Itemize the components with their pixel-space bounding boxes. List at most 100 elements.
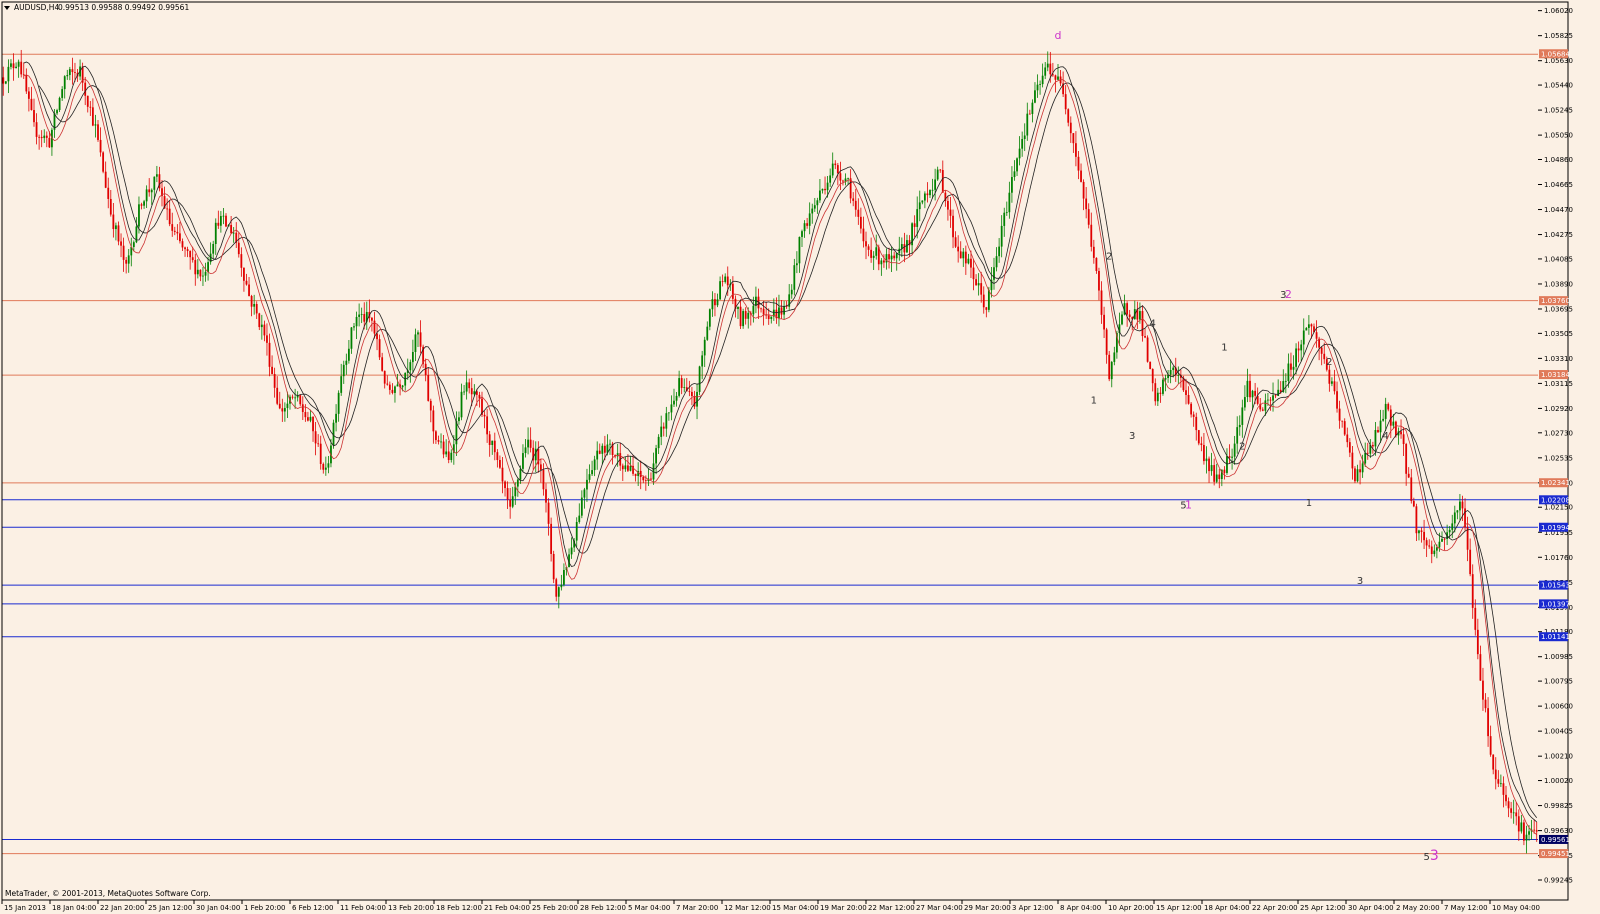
candle-body — [916, 209, 919, 227]
candle-body — [575, 521, 578, 541]
y-tick-label: 0.99825 — [1544, 802, 1573, 810]
candle-body — [798, 236, 801, 264]
candle-body — [276, 387, 279, 404]
candle-body — [442, 441, 445, 455]
candle-body — [460, 391, 463, 418]
candle-body — [1034, 90, 1036, 103]
y-tick-label: 1.00405 — [1544, 728, 1573, 736]
candle-body — [813, 205, 816, 209]
candle-body — [703, 339, 706, 356]
candle-body — [778, 307, 780, 319]
candle-body — [179, 233, 181, 242]
wave-label: 3 — [1129, 431, 1135, 442]
candle-body — [1382, 418, 1385, 421]
candle-body — [596, 450, 599, 460]
wave-label: 1 — [1185, 499, 1192, 512]
candle-body — [1346, 434, 1349, 443]
candle-body — [1233, 443, 1236, 457]
candle-body — [667, 412, 670, 414]
candle-body — [747, 312, 750, 319]
candle-body — [317, 443, 320, 445]
candle-body — [1487, 708, 1489, 737]
candle-body — [875, 247, 878, 256]
candle-body — [790, 289, 793, 295]
candle-body — [1162, 379, 1164, 394]
candle-body — [737, 306, 739, 309]
candle-body — [1364, 452, 1367, 464]
candle-body — [1471, 574, 1474, 608]
candle-body — [591, 470, 593, 475]
candle-body — [140, 204, 143, 206]
candle-body — [739, 306, 742, 327]
candle-body — [918, 202, 921, 210]
candle-body — [826, 182, 829, 191]
candle-body — [245, 280, 248, 285]
candle-body — [107, 187, 110, 199]
candle-body — [890, 255, 893, 260]
candle-body — [122, 245, 125, 260]
candle-body — [1272, 395, 1274, 401]
candle-body — [120, 241, 122, 246]
candle-body — [237, 242, 240, 255]
candle-body — [1215, 474, 1218, 482]
candle-body — [1328, 369, 1331, 384]
candle-body — [1246, 380, 1249, 398]
candle-body — [527, 439, 529, 448]
candle-body — [496, 452, 499, 460]
candle-body — [803, 223, 806, 232]
candle-body — [99, 139, 102, 153]
candle-body — [993, 267, 995, 280]
candle-body — [1243, 397, 1246, 408]
y-tick-label: 1.05050 — [1544, 132, 1573, 140]
candle-body — [1320, 347, 1323, 354]
candle-body — [468, 382, 471, 389]
candle-body — [1105, 329, 1108, 355]
candle-body — [1400, 431, 1402, 435]
candle-body — [281, 408, 284, 412]
candle-body — [954, 237, 957, 247]
candle-body — [1479, 654, 1482, 681]
x-tick-label: 13 Feb 20:00 — [388, 904, 434, 912]
candle-body — [726, 276, 729, 286]
candle-body — [1517, 816, 1520, 832]
candle-body — [409, 362, 412, 371]
candle-body — [470, 388, 473, 395]
candle-body — [598, 450, 601, 454]
candle-body — [1402, 434, 1405, 445]
candle-body — [1011, 177, 1013, 193]
candle-body — [1195, 416, 1198, 431]
candle-body — [419, 332, 422, 347]
candle-body — [1505, 794, 1507, 802]
candle-body — [783, 305, 785, 315]
candle-body — [934, 179, 937, 190]
candle-body — [1103, 314, 1105, 330]
candle-body — [982, 294, 985, 308]
candle-body — [949, 209, 952, 216]
candle-body — [350, 327, 353, 349]
candle-body — [1323, 353, 1326, 360]
candle-body — [25, 75, 28, 92]
candle-body — [931, 189, 934, 191]
candle-body — [883, 260, 885, 263]
candle-body — [1305, 327, 1308, 331]
candle-body — [629, 465, 632, 471]
candle-body — [22, 74, 25, 76]
price-chart[interactable]: d123451123221435 3 1.060201.058251.056301… — [0, 0, 1600, 914]
candle-body — [1098, 270, 1100, 291]
candle-body — [491, 440, 494, 445]
candle-body — [1441, 538, 1443, 542]
candle-body — [232, 232, 235, 234]
candle-body — [38, 136, 41, 138]
candle-body — [1351, 452, 1354, 469]
candle-body — [186, 249, 189, 251]
candle-body — [957, 246, 960, 252]
candle-body — [115, 225, 117, 230]
candle-body — [516, 479, 519, 487]
candle-body — [1156, 392, 1159, 402]
candle-body — [801, 231, 803, 237]
candle-body — [499, 459, 501, 468]
candle-body — [557, 587, 560, 597]
candle-body — [872, 255, 875, 258]
candle-body — [1315, 332, 1318, 339]
wave-label: 4 — [1150, 318, 1156, 329]
